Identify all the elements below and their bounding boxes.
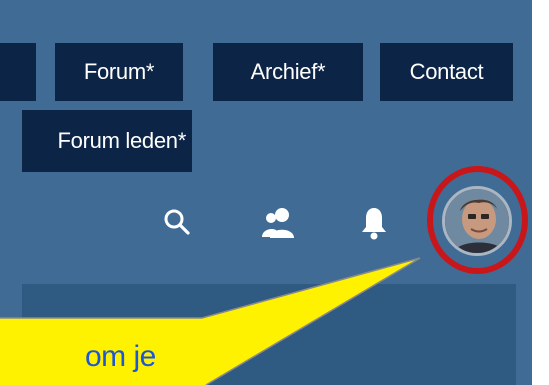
nav-item-forum[interactable]: Forum* <box>55 43 183 101</box>
search-icon[interactable] <box>163 208 191 236</box>
bell-icon[interactable] <box>360 205 388 241</box>
nav-item-partial[interactable] <box>0 43 36 101</box>
nav-item-contact[interactable]: Contact <box>380 43 513 101</box>
page-header-area: Forum* Archief* Contact Forum leden* om … <box>0 0 532 385</box>
page-margin <box>532 0 549 385</box>
users-icon[interactable] <box>260 207 300 239</box>
callout-text: om je <box>85 340 156 373</box>
nav-item-archief[interactable]: Archief* <box>213 43 363 101</box>
highlight-ring <box>427 166 528 274</box>
nav-item-forum-leden[interactable]: Forum leden* <box>22 110 192 172</box>
